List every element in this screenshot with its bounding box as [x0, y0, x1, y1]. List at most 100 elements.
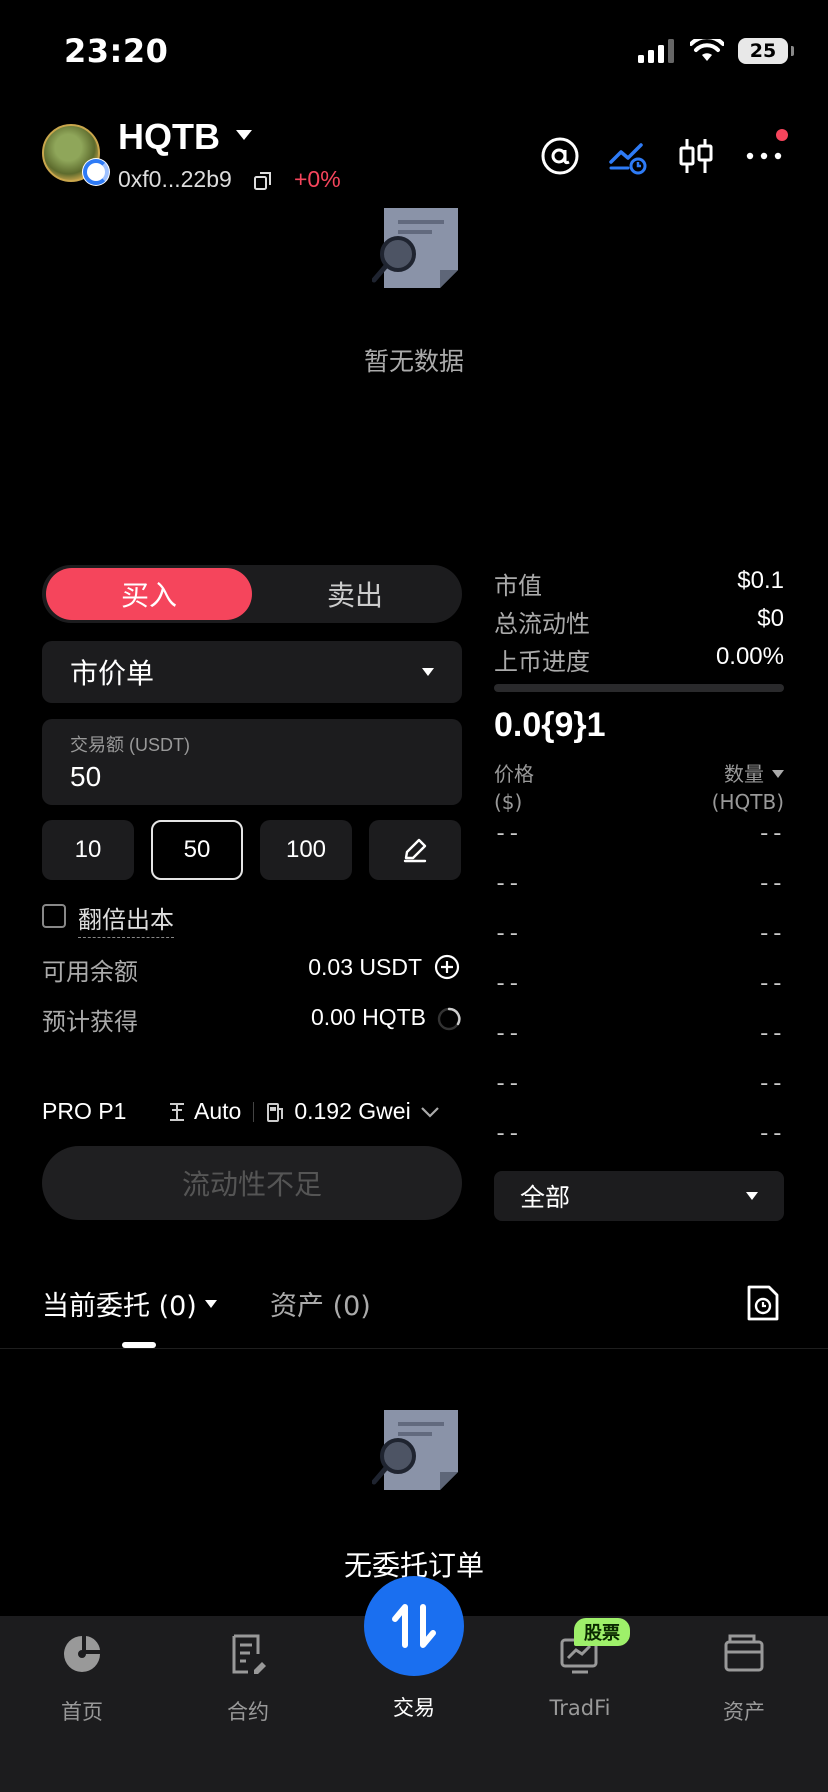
- price-alert-icon[interactable]: [606, 134, 650, 178]
- order-book-row: -- --: [494, 822, 784, 847]
- order-book-quantity: --: [757, 1122, 784, 1147]
- edit-presets-button[interactable]: [369, 820, 461, 880]
- order-book-price: --: [494, 972, 521, 997]
- submit-trade-button[interactable]: 流动性不足: [42, 1146, 462, 1220]
- stock-badge: 股票: [574, 1618, 630, 1646]
- chevron-down-icon: [420, 1106, 439, 1118]
- nav-label-trade: 交易: [393, 1696, 435, 1720]
- wifi-icon: [690, 39, 724, 61]
- order-book-quantity: --: [757, 1072, 784, 1097]
- depth-filter-select[interactable]: 全部: [494, 1171, 784, 1221]
- listing-progress-bar: [494, 684, 784, 692]
- double-principal-label[interactable]: 翻倍出本: [78, 900, 174, 938]
- nav-item-trade[interactable]: 交易: [354, 1692, 474, 1722]
- nav-label-home: 首页: [61, 1700, 103, 1724]
- order-book-row: -- --: [494, 922, 784, 947]
- status-icons: 25: [638, 38, 794, 64]
- tab-current-orders[interactable]: 当前委托 (0): [42, 1284, 217, 1323]
- trade-icon: [392, 1604, 436, 1648]
- order-book-price: --: [494, 922, 521, 947]
- at-mention-icon[interactable]: [538, 134, 582, 178]
- order-type-select[interactable]: 市价单: [42, 641, 462, 703]
- preset-button-50[interactable]: 50: [151, 820, 243, 880]
- order-book-quantity: --: [757, 972, 784, 997]
- nav-item-home[interactable]: 首页: [22, 1632, 142, 1726]
- nav-label-contract: 合约: [227, 1700, 269, 1724]
- depth-filter-label: 全部: [520, 1183, 571, 1212]
- double-principal-checkbox[interactable]: [42, 904, 66, 928]
- price-column-header: 价格 ($): [494, 760, 534, 816]
- order-book-price: --: [494, 1072, 521, 1097]
- pro-mode-label[interactable]: PRO P1: [42, 1098, 126, 1125]
- status-time: 23:20: [64, 32, 169, 70]
- amount-value[interactable]: 50: [70, 761, 434, 793]
- gas-settings[interactable]: Auto 0.192 Gwei: [168, 1098, 441, 1125]
- order-book-quantity: --: [757, 872, 784, 897]
- amount-label: 交易额 (USDT): [70, 735, 190, 755]
- edit-pencil-icon: [403, 838, 427, 863]
- buy-tab[interactable]: 买入: [46, 568, 252, 620]
- chevron-down-icon: [204, 1299, 217, 1308]
- candlestick-chart-icon[interactable]: [674, 134, 718, 178]
- nav-label-tradfi: TradFi: [549, 1696, 611, 1720]
- cellular-signal-icon: [638, 39, 674, 63]
- chevron-down-icon: [746, 1192, 758, 1200]
- home-icon: [64, 1636, 100, 1672]
- token-address: 0xf0...22b9: [118, 166, 232, 192]
- chevron-down-icon: [772, 770, 784, 778]
- gas-value: 0.192 Gwei: [294, 1098, 411, 1124]
- tab-current-orders-label: 当前委托 (0): [42, 1291, 197, 1322]
- order-book-row: -- --: [494, 1022, 784, 1047]
- loading-spinner-icon: [437, 1007, 461, 1031]
- nav-item-contract[interactable]: 合约: [188, 1632, 308, 1726]
- chart-empty-text: 暂无数据: [363, 347, 464, 376]
- order-book-row: -- --: [494, 1072, 784, 1097]
- order-book-price: --: [494, 872, 521, 897]
- battery-icon: 25: [738, 38, 794, 64]
- order-history-icon[interactable]: [746, 1284, 780, 1322]
- amount-input[interactable]: 交易额 (USDT) 50: [42, 719, 462, 805]
- price-change: +0%: [294, 166, 341, 192]
- nav-label-assets: 资产: [723, 1700, 765, 1724]
- tab-assets[interactable]: 资产 (0): [270, 1284, 371, 1323]
- quantity-column-header[interactable]: 数量 (HQTB): [712, 760, 784, 816]
- order-type-label: 市价单: [70, 657, 155, 690]
- order-book-quantity: --: [757, 922, 784, 947]
- chain-badge-icon: [82, 158, 110, 186]
- order-book-price: --: [494, 1022, 521, 1047]
- order-book-quantity: --: [757, 1022, 784, 1047]
- copy-icon[interactable]: [254, 172, 272, 190]
- token-name[interactable]: HQTB: [118, 116, 220, 158]
- liquidity-value: $0: [757, 605, 784, 632]
- chevron-down-icon[interactable]: [236, 130, 252, 140]
- quantity-header-label: 数量: [724, 762, 764, 786]
- order-book-row: -- --: [494, 872, 784, 897]
- liquidity-label: 总流动性: [494, 610, 590, 638]
- listing-progress-value: 0.00%: [715, 643, 784, 670]
- order-book-row: -- --: [494, 972, 784, 997]
- order-book-price: --: [494, 1122, 521, 1147]
- sell-tab[interactable]: 卖出: [252, 568, 458, 620]
- price-header-label: 价格: [494, 762, 534, 786]
- no-orders-illustration-icon: [372, 1410, 458, 1490]
- contract-icon: [232, 1634, 266, 1674]
- available-balance-label: 可用余额: [42, 958, 138, 986]
- slippage-icon: [170, 1102, 184, 1121]
- preset-button-10[interactable]: 10: [42, 820, 134, 880]
- expected-receive-label: 预计获得: [42, 1008, 138, 1036]
- market-cap-value: $0.1: [737, 567, 784, 594]
- preset-button-100[interactable]: 100: [260, 820, 352, 880]
- current-price: 0.0{9}1: [494, 706, 606, 744]
- slippage-value: Auto: [194, 1098, 242, 1124]
- divider: [253, 1101, 255, 1122]
- order-book-quantity: --: [757, 822, 784, 847]
- divider: [0, 1348, 828, 1349]
- listing-progress-label: 上币进度: [494, 648, 590, 676]
- trade-fab-button[interactable]: [364, 1576, 464, 1676]
- order-book-price: --: [494, 822, 521, 847]
- gas-pump-icon: [267, 1102, 284, 1122]
- add-funds-icon[interactable]: [434, 954, 460, 980]
- notification-dot: [776, 129, 788, 141]
- nav-item-assets[interactable]: 资产: [684, 1632, 804, 1726]
- price-header-unit: ($): [494, 790, 523, 814]
